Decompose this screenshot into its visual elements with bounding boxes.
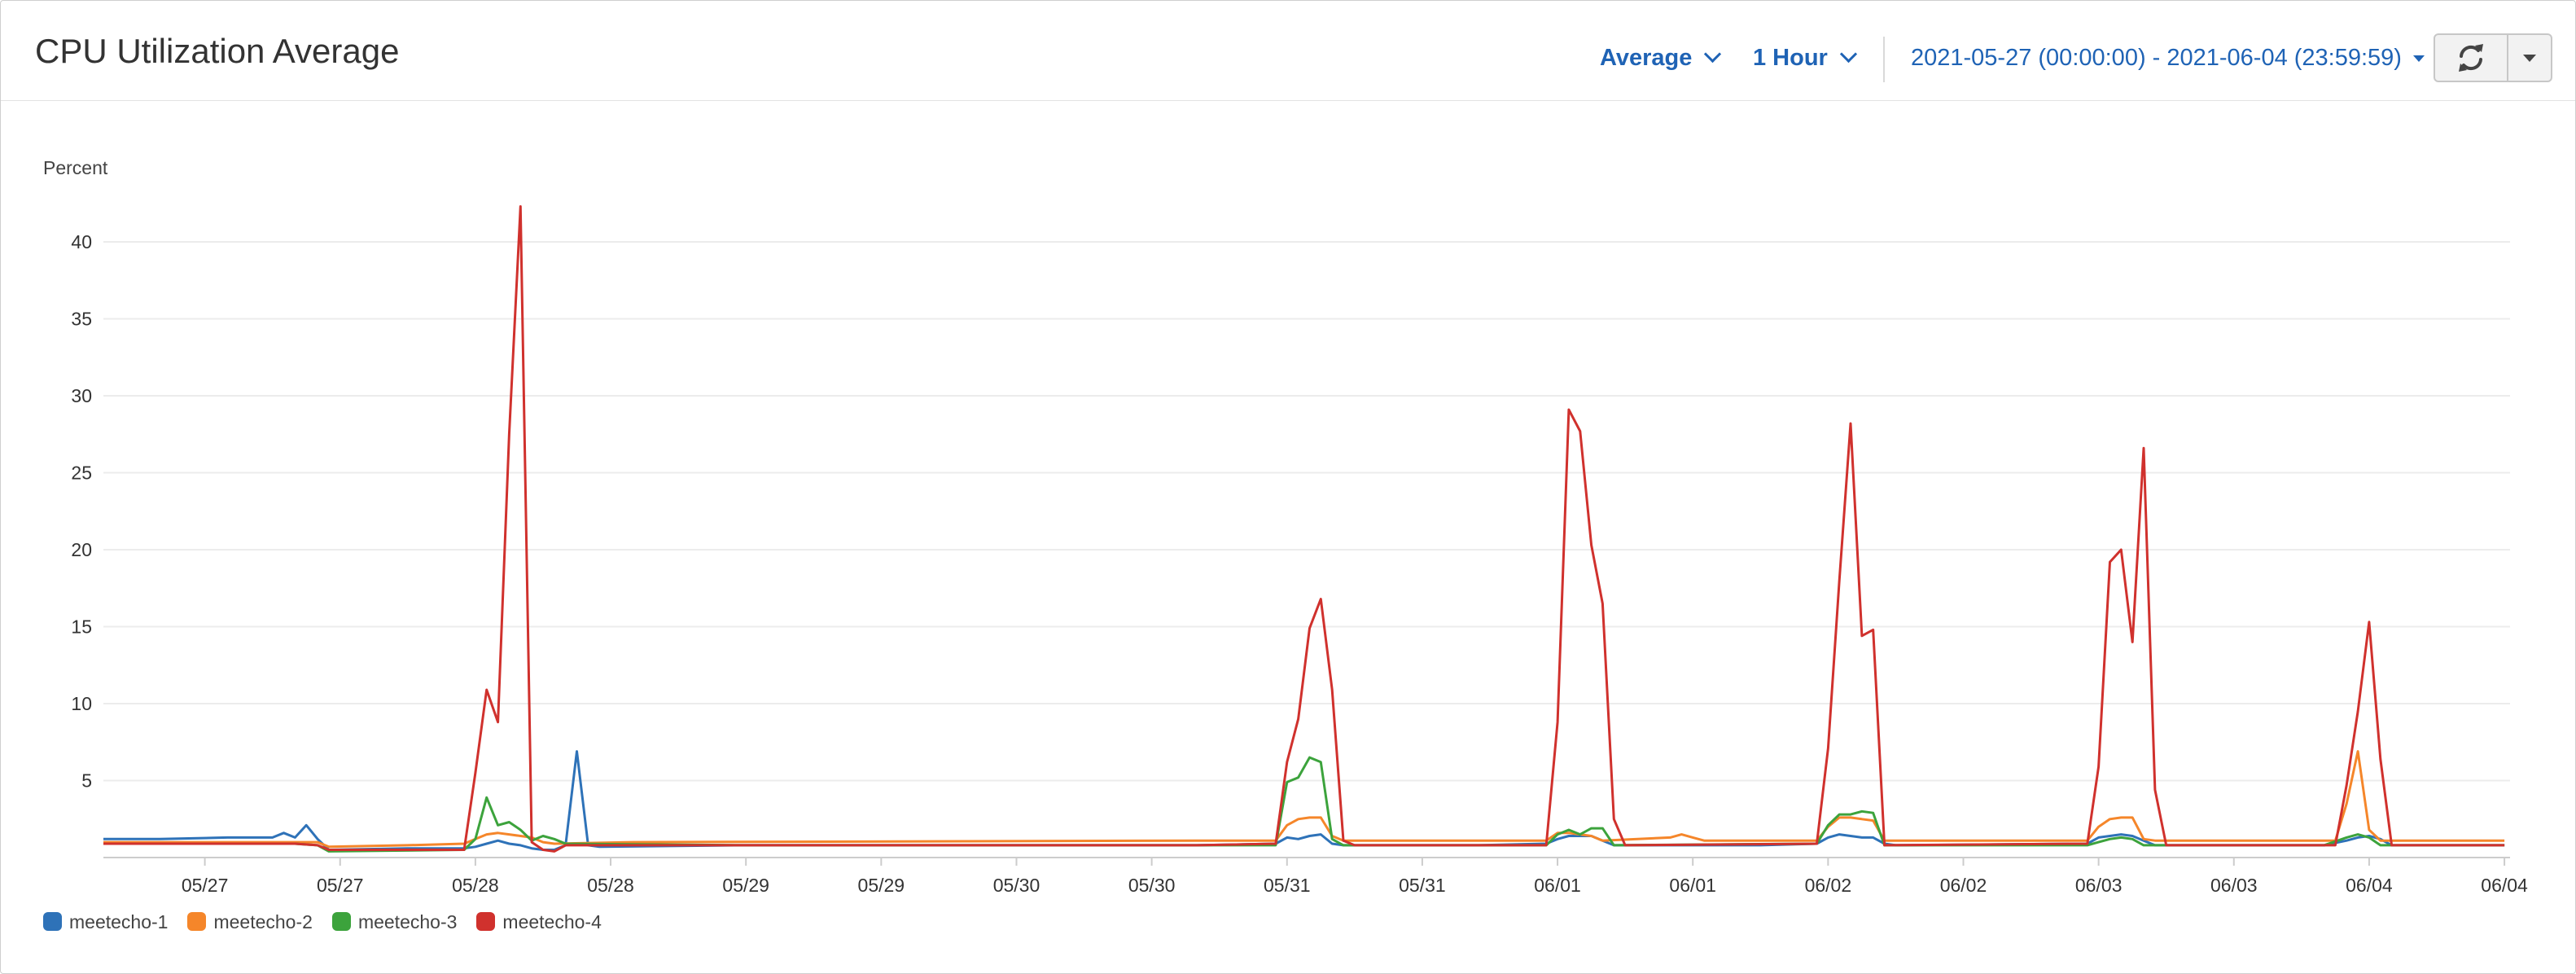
y-tick-label: 30 (71, 385, 92, 406)
x-tick-label: 05/27 (182, 875, 229, 896)
x-axis-ticks: 05/27 05/27 05/28 05/28 05/29 05/29 05/30 05/30… (182, 858, 2528, 896)
y-axis-label: Percent (43, 157, 108, 178)
x-tick-label: 06/02 (1805, 875, 1852, 896)
legend-item-meetecho-4[interactable]: meetecho-4 (476, 911, 602, 933)
x-tick-label: 06/02 (1940, 875, 1987, 896)
legend-swatch (43, 912, 62, 932)
chart-legend: meetecho-1 meetecho-2 meetecho-3 meetecho-4 (43, 911, 621, 941)
x-tick-label: 06/01 (1534, 875, 1581, 896)
grid-lines (103, 241, 2510, 858)
x-tick-label: 06/03 (2210, 875, 2258, 896)
x-tick-label: 05/29 (722, 875, 769, 896)
legend-label: meetecho-3 (357, 911, 458, 932)
x-tick-label: 06/01 (1669, 875, 1716, 896)
x-tick-label: 06/04 (2481, 875, 2528, 896)
series-lines (103, 205, 2505, 853)
y-tick-label: 10 (71, 693, 92, 714)
x-tick-label: 05/31 (1264, 875, 1311, 896)
y-tick-label: 40 (71, 231, 92, 252)
y-tick-label: 5 (81, 770, 92, 792)
legend-item-meetecho-3[interactable]: meetecho-3 (331, 911, 458, 933)
legend-swatch (476, 912, 496, 932)
x-tick-label: 05/28 (587, 875, 634, 896)
x-tick-label: 05/29 (858, 875, 905, 896)
legend-label: meetecho-2 (213, 911, 313, 932)
x-tick-label: 05/30 (993, 875, 1040, 896)
x-tick-label: 05/30 (1128, 875, 1176, 896)
legend-label: meetecho-1 (69, 911, 169, 932)
y-tick-label: 35 (71, 309, 92, 330)
cpu-line-chart: Percent 510152025303540 05/27 05/27 05/28 0… (43, 157, 2528, 896)
x-tick-label: 06/03 (2075, 875, 2123, 896)
y-tick-label: 15 (71, 616, 92, 638)
widget-panel: CPU Utilization Average Average 1 Hour 2… (0, 0, 2576, 974)
legend-item-meetecho-2[interactable]: meetecho-2 (187, 911, 313, 933)
legend-label: meetecho-4 (502, 911, 602, 932)
x-tick-label: 05/27 (317, 875, 364, 896)
x-tick-label: 05/31 (1399, 875, 1446, 896)
x-tick-label: 05/28 (452, 875, 499, 896)
x-tick-label: 06/04 (2346, 875, 2393, 896)
legend-swatch (331, 912, 351, 932)
y-tick-label: 25 (71, 463, 92, 484)
legend-swatch (187, 912, 207, 932)
legend-item-meetecho-1[interactable]: meetecho-1 (43, 911, 168, 933)
series-line-meetecho-4[interactable] (103, 205, 2505, 853)
y-tick-label: 20 (71, 539, 92, 560)
y-axis-ticks: 5 10 15 20 25 30 35 40 (71, 231, 92, 792)
